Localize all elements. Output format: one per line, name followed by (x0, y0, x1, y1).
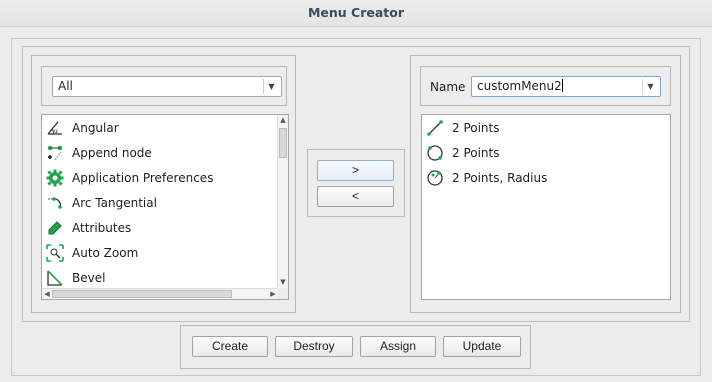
menu-name-input[interactable]: customMenu2 ▼ (471, 76, 661, 97)
horizontal-scroll-thumb[interactable] (52, 290, 232, 298)
filter-select-value: All (58, 79, 73, 93)
horizontal-scrollbar[interactable]: ◀ ▶ (42, 288, 278, 299)
menu-name-value: customMenu2 (477, 79, 562, 93)
list-item-label: 2 Points (452, 121, 500, 135)
name-label: Name (430, 80, 466, 94)
list-item-label: 2 Points (452, 146, 500, 160)
assign-button[interactable]: Assign (360, 336, 436, 357)
add-to-menu-button[interactable]: > (317, 160, 394, 181)
bevel-icon (46, 269, 64, 287)
circle-2-points-icon (426, 144, 444, 162)
destroy-button[interactable]: Destroy (275, 336, 353, 357)
list-item-label: Bevel (72, 271, 106, 285)
scroll-corner (277, 288, 288, 299)
menu-content-list[interactable]: 2 Points 2 Points 2 Points, Radius (421, 114, 671, 300)
line-2-points-icon (426, 119, 444, 137)
scroll-up-icon[interactable]: ▲ (278, 116, 288, 124)
scroll-down-icon[interactable]: ▼ (278, 278, 288, 286)
scroll-left-icon[interactable]: ◀ (42, 290, 52, 298)
text-cursor (561, 79, 563, 92)
list-item-label: Angular (72, 121, 119, 135)
vertical-scrollbar[interactable]: ▲ ▼ (277, 115, 288, 287)
auto-zoom-icon (46, 244, 64, 262)
command-list[interactable]: α Angular Append node Application Prefer… (41, 114, 289, 300)
attributes-icon (46, 219, 64, 237)
update-button[interactable]: Update (443, 336, 521, 357)
circle-2-points-radius-icon (426, 169, 444, 187)
create-button[interactable]: Create (192, 336, 268, 357)
gear-icon (46, 169, 64, 187)
list-item-label: 2 Points, Radius (452, 171, 548, 185)
list-item-label: Auto Zoom (72, 246, 139, 260)
vertical-scroll-thumb[interactable] (279, 128, 287, 158)
append-node-icon (46, 144, 64, 162)
list-item-label: Attributes (72, 221, 132, 235)
chevron-down-icon[interactable]: ▼ (263, 79, 279, 94)
window-title: Menu Creator (0, 0, 712, 27)
filter-select[interactable]: All ▼ (52, 76, 282, 97)
angular-icon: α (46, 119, 64, 137)
arc-tangential-icon (46, 194, 64, 212)
chevron-down-icon[interactable]: ▼ (642, 79, 658, 94)
list-item-label: Application Preferences (72, 171, 214, 185)
list-item-label: Arc Tangential (72, 196, 157, 210)
svg-text:α: α (54, 128, 58, 135)
list-item-label: Append node (72, 146, 152, 160)
remove-from-menu-button[interactable]: < (317, 186, 394, 207)
